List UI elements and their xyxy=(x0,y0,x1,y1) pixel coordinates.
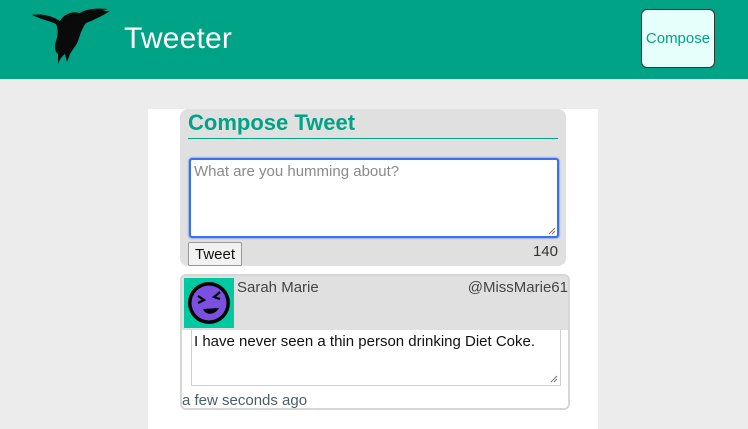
hummingbird-icon xyxy=(32,8,110,64)
tweet-author-name: Sarah Marie xyxy=(237,279,319,296)
resize-handle-icon[interactable] xyxy=(548,227,556,235)
tweet-text-content: I have never seen a thin person drinking… xyxy=(194,333,536,350)
tweet-header: Sarah Marie @MissMarie61 xyxy=(182,276,568,330)
tweet-submit-button[interactable]: Tweet xyxy=(188,242,242,266)
top-nav-bar: Tweeter Compose xyxy=(0,0,748,79)
compose-title: Compose Tweet xyxy=(188,110,558,139)
char-counter: 140 xyxy=(532,243,558,260)
tweet-text: I have never seen a thin person drinking… xyxy=(191,330,561,386)
avatar xyxy=(184,278,234,328)
tweet-card: Sarah Marie @MissMarie61 I have never se… xyxy=(180,274,570,410)
laughing-face-icon xyxy=(188,282,230,324)
tweet-author-handle: @MissMarie61 xyxy=(467,279,568,296)
tweet-timestamp: a few seconds ago xyxy=(182,392,308,409)
tweet-input[interactable] xyxy=(189,158,559,238)
brand-title: Tweeter xyxy=(124,22,233,55)
resize-handle-icon xyxy=(550,375,558,383)
compose-button[interactable]: Compose xyxy=(641,9,715,68)
